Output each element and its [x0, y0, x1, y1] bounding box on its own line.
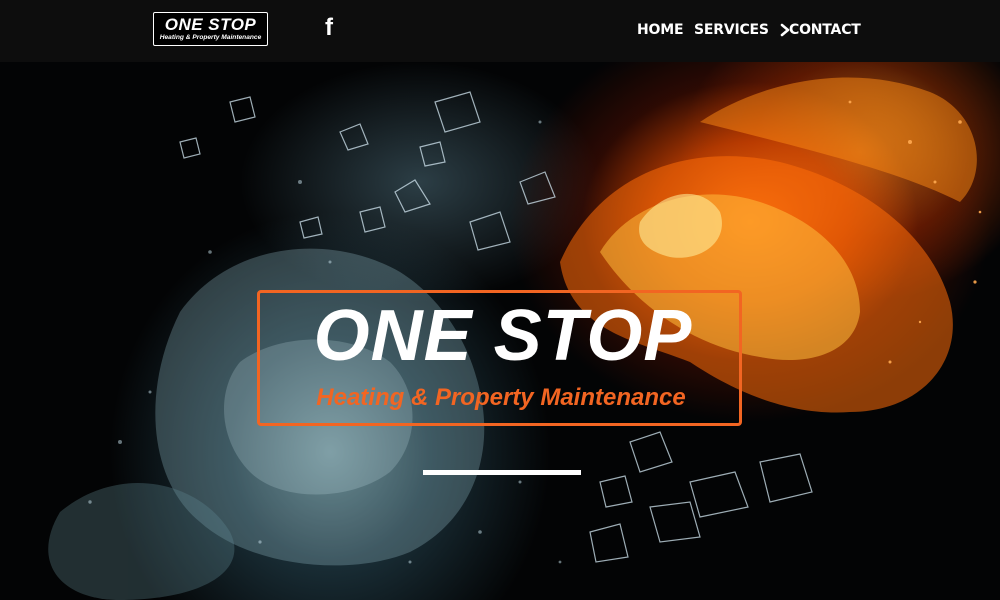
facebook-icon[interactable]: f — [319, 14, 339, 41]
hero-logo: ONE STOP Heating & Property Maintenance — [257, 290, 742, 426]
nav-services[interactable]: SERVICES — [694, 20, 793, 40]
header-logo-title: ONE STOP — [164, 15, 257, 34]
site-header: ONE STOP Heating & Property Maintenance … — [0, 0, 1000, 62]
header-logo[interactable]: ONE STOP Heating & Property Maintenance — [153, 12, 268, 46]
header-logo-subtitle: Heating & Property Maintenance — [159, 34, 262, 41]
nav-home[interactable]: HOME — [637, 20, 684, 40]
nav-contact[interactable]: CONTACT — [789, 20, 861, 40]
hero-divider — [423, 470, 581, 475]
hero-logo-subtitle: Heating & Property Maintenance — [316, 384, 686, 411]
hero-logo-title: ONE STOP — [313, 296, 693, 376]
hero-banner: ONE STOP Heating & Property Maintenance — [0, 62, 1000, 600]
nav-home-label: HOME — [637, 22, 684, 38]
nav-contact-label: CONTACT — [789, 22, 861, 38]
nav-services-label: SERVICES — [694, 22, 769, 38]
